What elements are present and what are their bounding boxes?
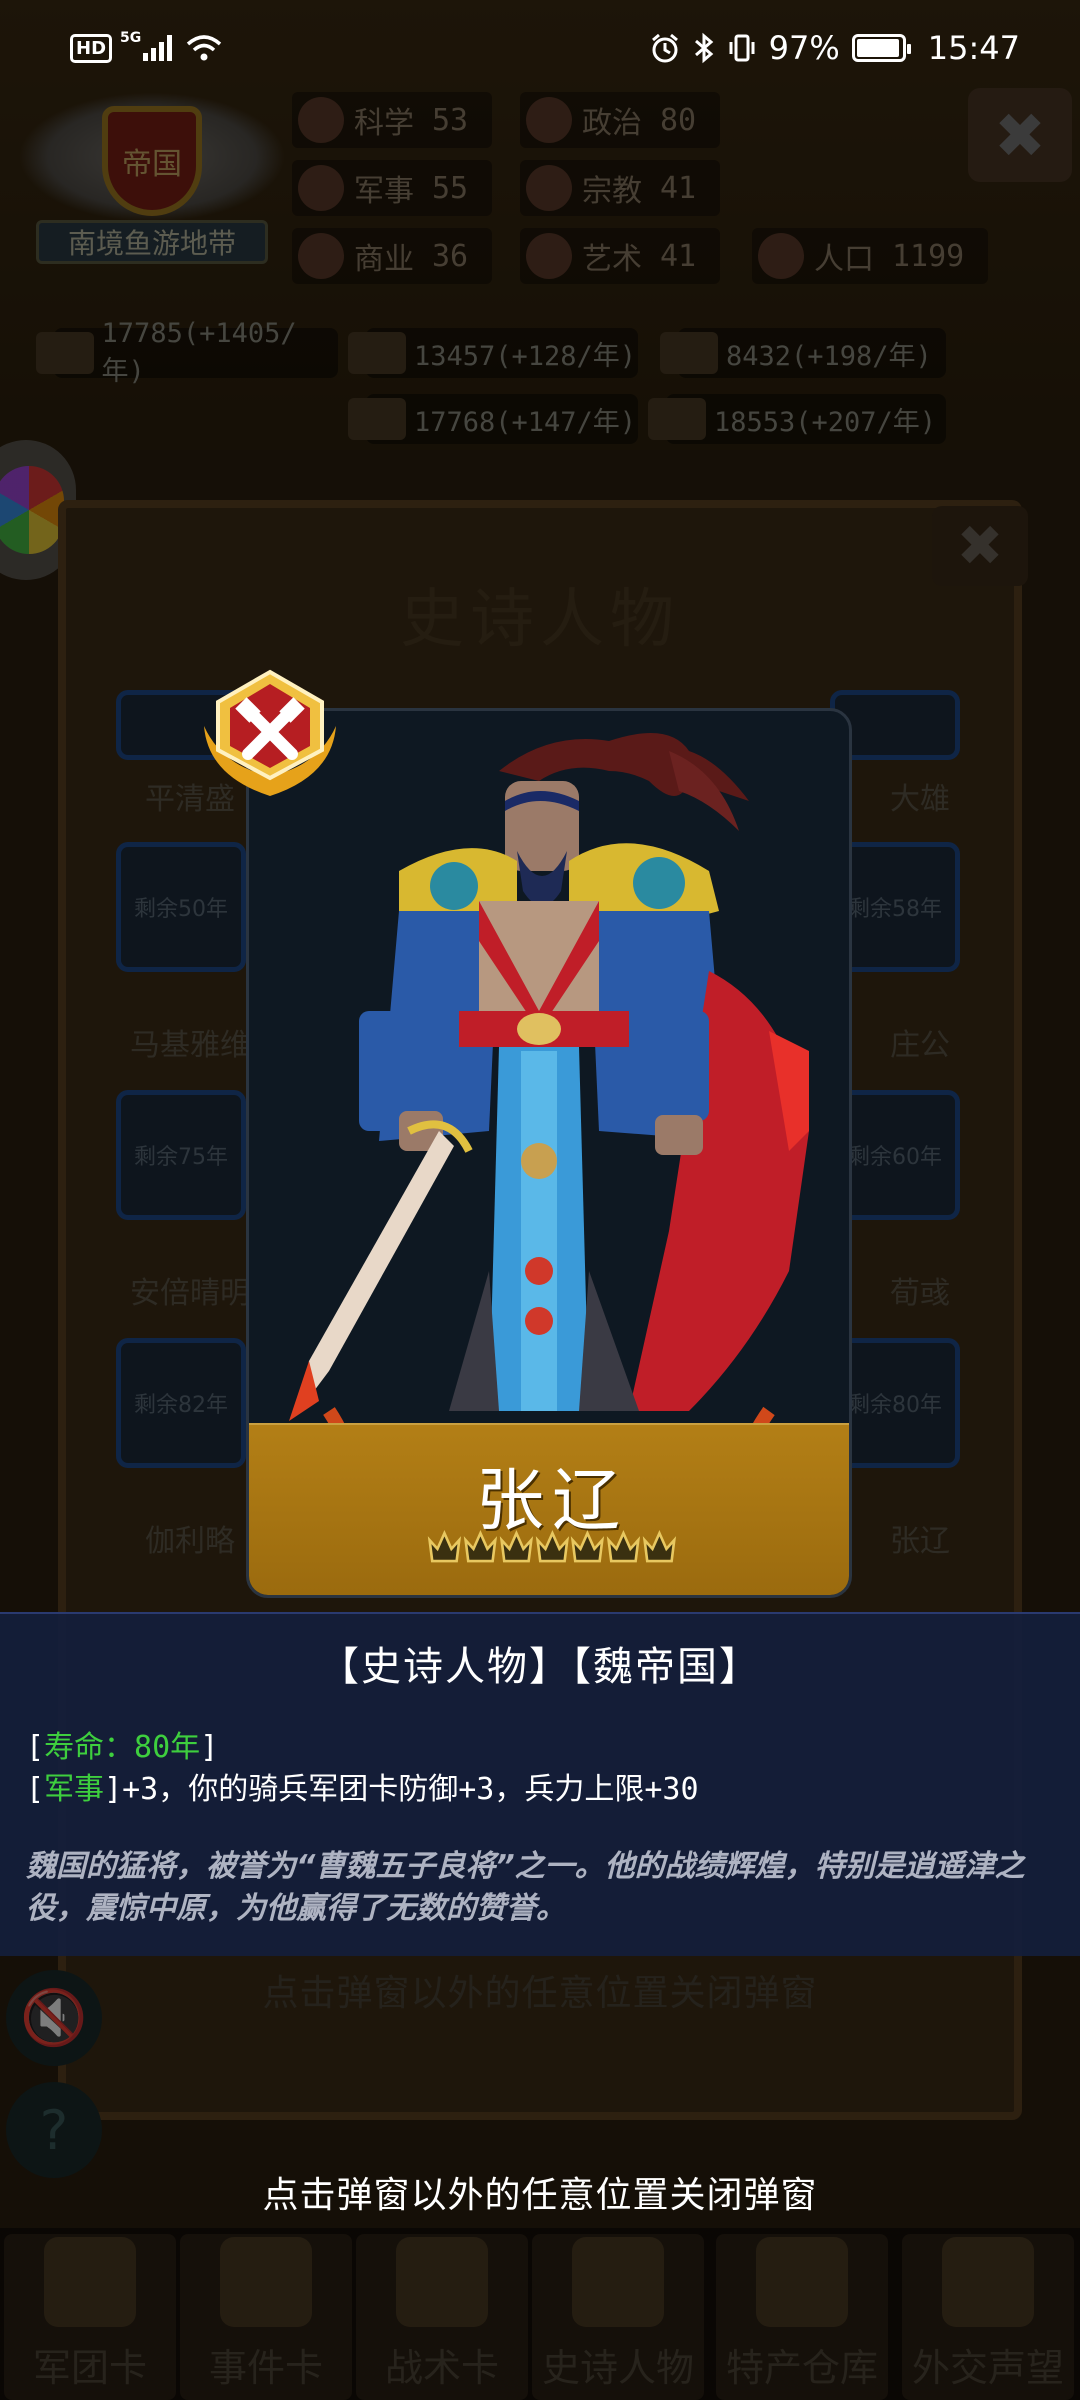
lifespan-label: 寿命：80年 bbox=[44, 1730, 201, 1765]
bluetooth-icon bbox=[694, 32, 713, 64]
military-label: 军事 bbox=[44, 1772, 105, 1807]
clock: 15:47 bbox=[927, 29, 1020, 67]
network-type: 5G bbox=[120, 30, 142, 46]
star-rating bbox=[427, 1525, 677, 1575]
military-bonus-text: ]+3，你的骑兵军团卡防御+3，兵力上限+30 bbox=[104, 1772, 699, 1807]
military-badge-icon bbox=[204, 669, 336, 796]
name-band: 张辽 bbox=[249, 1423, 849, 1595]
vibrate-icon bbox=[729, 34, 755, 62]
crown-star-icon bbox=[535, 1529, 569, 1563]
status-bar: HD 5G 97% 15:47 bbox=[0, 0, 1080, 96]
crown-star-icon bbox=[607, 1529, 641, 1563]
battery-percent: 97% bbox=[768, 29, 840, 67]
character-info-panel: 【史诗人物】【魏帝国】 [寿命：80年] [军事]+3，你的骑兵军团卡防御+3，… bbox=[0, 1612, 1080, 1956]
signal-icon bbox=[143, 35, 173, 61]
military-bonus-line: [军事]+3，你的骑兵军团卡防御+3，兵力上限+30 bbox=[26, 1764, 699, 1808]
crown-star-icon bbox=[427, 1529, 462, 1563]
bracket: [ bbox=[26, 1730, 45, 1765]
close-hint: 点击弹窗以外的任意位置关闭弹窗 bbox=[262, 2175, 818, 2216]
crown-star-icon bbox=[571, 1529, 605, 1563]
wifi-icon bbox=[187, 35, 222, 61]
bracket: [ bbox=[26, 1772, 45, 1807]
alarm-icon bbox=[651, 33, 678, 63]
character-tags: 【史诗人物】【魏帝国】 bbox=[319, 1644, 761, 1690]
lifespan-line: [寿命：80年] bbox=[26, 1722, 218, 1766]
crown-star-icon bbox=[499, 1529, 533, 1563]
battery-icon bbox=[851, 34, 911, 62]
character-card[interactable]: 张辽 bbox=[246, 708, 852, 1598]
crown-star-icon bbox=[463, 1529, 497, 1563]
hd-badge: HD bbox=[70, 33, 113, 63]
crown-star-icon bbox=[642, 1529, 677, 1563]
character-description: 魏国的猛将，被誉为“曹魏五子良将”之一。他的战绩辉煌，特别是逍遥津之役，震惊中原… bbox=[26, 1849, 1025, 1926]
bracket: ] bbox=[200, 1730, 219, 1765]
